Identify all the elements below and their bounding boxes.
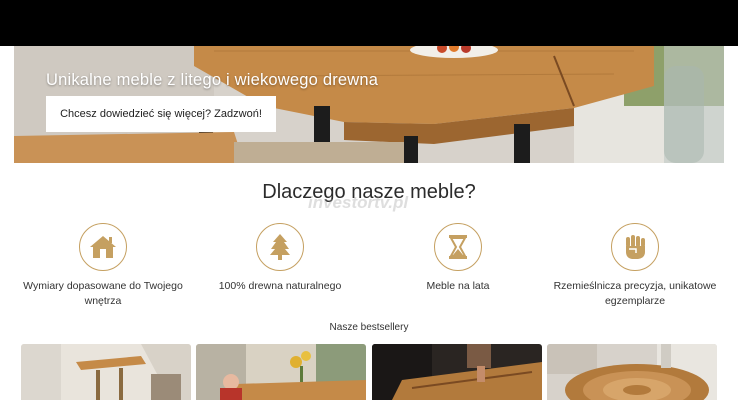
feature-label: Meble na lata [426,280,490,292]
bestseller-card-3[interactable] [372,344,542,400]
bestseller-card-2[interactable] [196,344,366,400]
feature-label: Wymiary dopasowane do Twojego wnętrza [23,280,183,307]
bestseller-card-1[interactable] [21,344,191,400]
call-cta-button[interactable]: Chcesz dowiedzieć się więcej? Zadzwoń! [46,96,276,132]
product-image [547,344,717,400]
bestseller-card-4[interactable] [547,344,717,400]
product-image [372,344,542,400]
product-image [21,344,191,400]
product-image [196,344,366,400]
feature-label: 100% drewna naturalnego [218,280,342,292]
feature-label: Rzemieślnicza precyzja, unikatowe egzemp… [553,280,717,307]
feature-natural-wood: 100% drewna naturalnego [190,223,370,294]
hero-title: Unikalne meble z litego i wiekowego drew… [46,71,379,89]
bestsellers-title: Nasze bestsellery [329,322,409,333]
hourglass-icon [434,223,482,271]
feature-dimensions: Wymiary dopasowane do Twojego wnętrza [13,223,193,309]
top-bar [0,0,738,46]
feature-durability: Meble na lata [368,223,548,294]
feature-craftsmanship: Rzemieślnicza precyzja, unikatowe egzemp… [545,223,725,309]
watermark-text: investortv.pl [308,193,409,212]
fist-icon [611,223,659,271]
house-icon [79,223,127,271]
tree-icon [256,223,304,271]
hero-banner: Unikalne meble z litego i wiekowego drew… [14,46,724,163]
